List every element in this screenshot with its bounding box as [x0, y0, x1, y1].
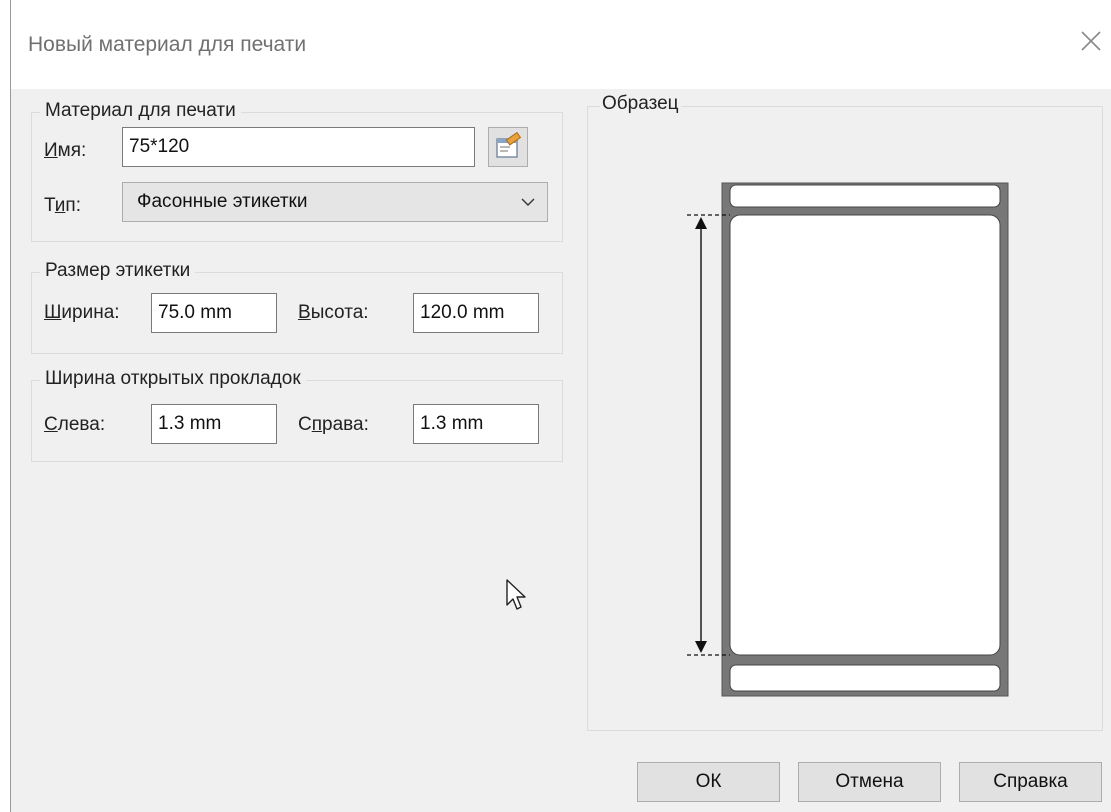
width-input[interactable]: 75.0 mm — [151, 293, 277, 333]
right-label: Справа: — [298, 414, 369, 435]
type-select-value: Фасонные этикетки — [137, 191, 308, 212]
width-label: Ширина: — [44, 302, 120, 323]
mouse-cursor-icon — [506, 579, 526, 610]
chevron-down-icon — [521, 198, 535, 206]
left-label: Слева: — [44, 414, 106, 435]
ok-button[interactable]: ОК — [637, 762, 780, 802]
type-select[interactable]: Фасонные этикетки — [122, 182, 548, 222]
name-label: Имя: — [44, 140, 87, 161]
material-group-title: Материал для печати — [40, 100, 241, 122]
properties-button[interactable] — [488, 127, 528, 167]
window-title: Новый материал для печати — [28, 33, 307, 56]
help-button[interactable]: Справка — [959, 762, 1102, 802]
close-icon[interactable] — [1076, 26, 1106, 56]
properties-icon — [496, 131, 522, 158]
left-input[interactable]: 1.3 mm — [151, 404, 277, 444]
right-input[interactable]: 1.3 mm — [413, 404, 539, 444]
label-preview — [687, 182, 1009, 697]
new-print-material-dialog: Новый материал для печати Материал для п… — [10, 0, 1111, 812]
title-bar: Новый материал для печати — [11, 0, 1111, 89]
name-input[interactable]: 75*120 — [122, 127, 475, 167]
label-size-group-title: Размер этикетки — [40, 260, 196, 282]
cancel-button[interactable]: Отмена — [798, 762, 941, 802]
liner-width-group-title: Ширина открытых прокладок — [40, 368, 306, 390]
height-label: Высота: — [298, 302, 369, 323]
type-label: Тип: — [44, 195, 81, 216]
preview-group-title: Образец — [600, 93, 681, 115]
height-input[interactable]: 120.0 mm — [413, 293, 539, 333]
